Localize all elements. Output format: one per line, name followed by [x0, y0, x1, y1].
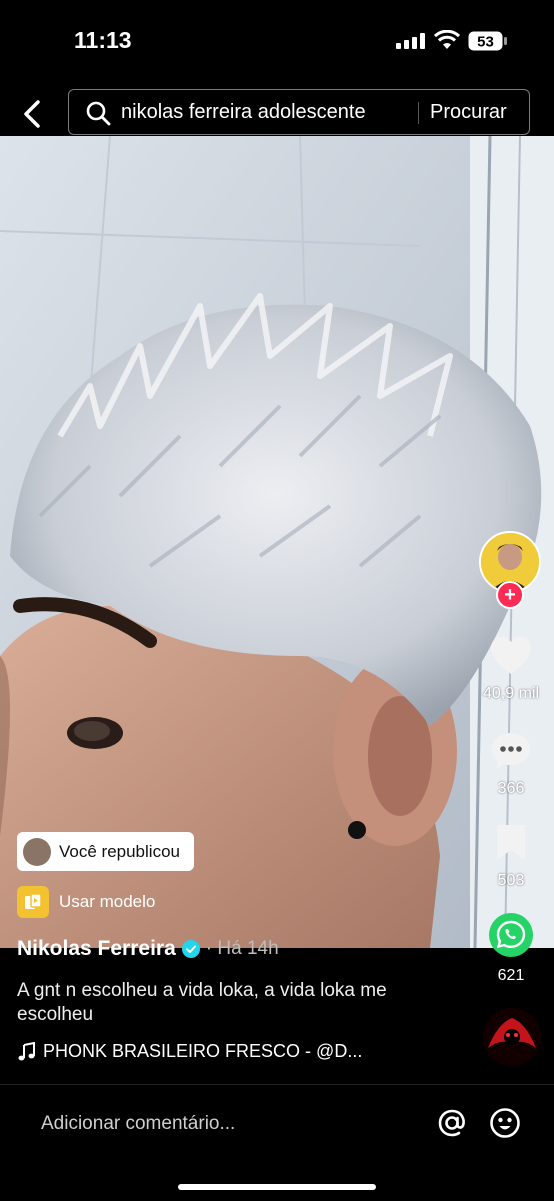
music-disc-art [483, 1008, 541, 1066]
post-time: · Há 14h [205, 938, 279, 959]
battery-level: 53 [477, 34, 494, 51]
video-player[interactable] [0, 136, 554, 948]
wifi-icon [434, 30, 460, 49]
save-count: 503 [497, 872, 525, 889]
heart-icon [491, 637, 531, 674]
home-indicator[interactable] [178, 1184, 376, 1190]
video-frame [0, 136, 554, 948]
use-template-button[interactable]: Usar modelo [17, 882, 155, 922]
search-query[interactable]: nikolas ferreira adolescente [121, 101, 366, 124]
post-caption: A gnt n escolheu a vida loka, a vida lok… [17, 980, 387, 1025]
like-button[interactable]: 40,9 mil [474, 636, 548, 703]
search-icon [86, 101, 111, 126]
save-button[interactable]: 503 [474, 823, 548, 890]
share-whatsapp-button[interactable]: 621 [474, 912, 548, 985]
status-time: 11:13 [74, 27, 132, 53]
template-icon [17, 886, 49, 918]
follow-plus-button[interactable]: + [496, 581, 524, 609]
template-label: Usar modelo [59, 892, 156, 911]
comment-input[interactable]: Adicionar comentário... [41, 1113, 235, 1135]
emoji-icon[interactable] [489, 1107, 521, 1139]
comment-button[interactable]: 366 [474, 731, 548, 798]
comment-count: 366 [497, 780, 525, 797]
cellular-signal-icon [396, 33, 425, 49]
verified-badge-icon [181, 940, 200, 958]
bookmark-icon [497, 825, 525, 860]
reposted-chip[interactable]: Você republicou [17, 832, 194, 871]
music-title[interactable]: PHONK BRASILEIRO FRESCO - @D... [43, 1041, 362, 1062]
back-chevron-icon[interactable] [18, 98, 46, 130]
share-count: 621 [497, 967, 525, 984]
reposted-label: Você republicou [59, 841, 180, 861]
mention-at-icon[interactable] [436, 1107, 468, 1139]
search-divider [418, 102, 419, 124]
music-note-icon [18, 1041, 35, 1060]
post-author-row[interactable]: Nikolas Ferreira · Há 14h [17, 937, 279, 961]
comment-bubble-icon [492, 733, 530, 769]
battery-icon: 53 [468, 31, 507, 51]
like-count: 40,9 mil [482, 685, 540, 702]
author-name[interactable]: Nikolas Ferreira [17, 937, 176, 961]
user-avatar [23, 837, 51, 866]
search-submit-button[interactable]: Procurar [430, 101, 507, 124]
whatsapp-icon [489, 913, 533, 957]
status-bar: 11:13 53 [0, 0, 554, 80]
search-header: nikolas ferreira adolescente Procurar [0, 88, 554, 140]
music-disc[interactable] [483, 1008, 541, 1066]
search-input[interactable]: nikolas ferreira adolescente Procurar [68, 89, 530, 135]
music-link[interactable]: PHONK BRASILEIRO FRESCO - @D... [17, 1041, 362, 1062]
